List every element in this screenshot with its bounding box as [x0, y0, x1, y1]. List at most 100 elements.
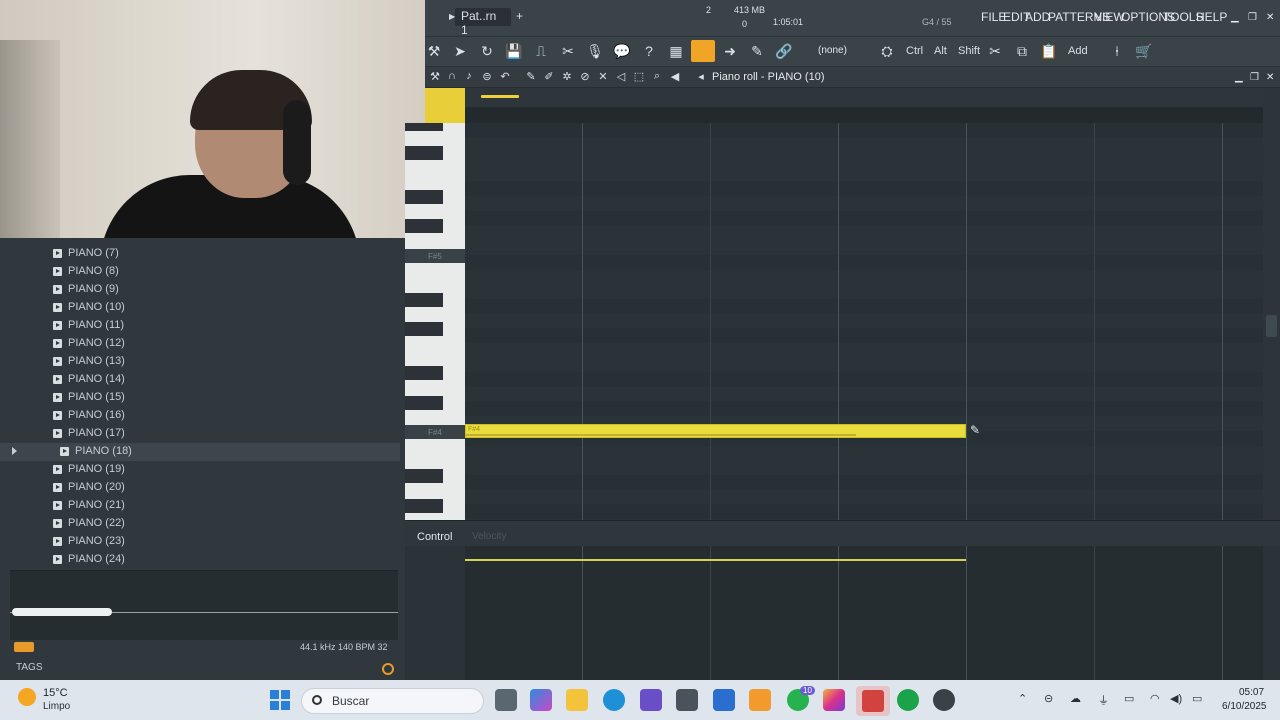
velocity-bar[interactable]: [465, 559, 966, 561]
browser-item[interactable]: PIANO (8): [0, 263, 400, 281]
browser-item[interactable]: PIANO (14): [0, 371, 400, 389]
metronome-icon[interactable]: ⛭: [878, 42, 896, 60]
shift-key[interactable]: Shift: [958, 45, 980, 57]
pr-restore-icon[interactable]: ❐: [1250, 72, 1259, 83]
edge-icon[interactable]: [603, 689, 625, 711]
black-key[interactable]: [405, 322, 443, 336]
select-icon[interactable]: ⬚: [632, 70, 646, 83]
file-explorer-icon[interactable]: [566, 689, 588, 711]
volume-icon[interactable]: ◀): [1170, 692, 1182, 705]
weather-temperature[interactable]: 15°C: [43, 687, 68, 699]
note-grid[interactable]: [465, 123, 1263, 520]
mic-tray-icon[interactable]: ⏚: [1098, 692, 1109, 708]
recording-app-icon[interactable]: [862, 690, 884, 712]
undo-icon[interactable]: ↶: [498, 70, 512, 83]
browser-item[interactable]: PIANO (9): [0, 281, 400, 299]
playback-icon[interactable]: ◂: [694, 70, 708, 83]
tray-chevron-icon[interactable]: ⌃: [1018, 692, 1027, 705]
arrow-icon[interactable]: ➤: [451, 42, 469, 60]
black-key[interactable]: [405, 123, 443, 131]
browser-item[interactable]: PIANO (11): [0, 317, 400, 335]
browser-item[interactable]: PIANO (12): [0, 335, 400, 353]
microphone-icon[interactable]: 🎙: [586, 42, 604, 60]
midi-note[interactable]: F#4: [465, 424, 966, 438]
add-pattern-button[interactable]: +: [516, 9, 523, 23]
velocity-lane[interactable]: [465, 546, 1263, 680]
store-icon[interactable]: [640, 689, 662, 711]
browser-item[interactable]: PIANO (17): [0, 425, 400, 443]
vertical-scrollbar[interactable]: [1263, 88, 1280, 520]
tray-app-icon[interactable]: ⊝: [1044, 692, 1053, 705]
browser-item[interactable]: PIANO (21): [0, 497, 400, 515]
minimize-icon[interactable]: ▁: [1231, 12, 1239, 23]
black-key[interactable]: [405, 499, 443, 513]
black-key[interactable]: [405, 366, 443, 380]
playlist-icon[interactable]: ▦: [667, 42, 685, 60]
app-icon[interactable]: [676, 689, 698, 711]
tags-label[interactable]: TAGS: [16, 662, 42, 673]
display-icon[interactable]: ▭: [1124, 692, 1134, 705]
browser-item[interactable]: PIANO (13): [0, 353, 400, 371]
help-icon[interactable]: ?: [640, 42, 658, 60]
wifi-icon[interactable]: ◠: [1150, 692, 1160, 705]
waveform-preview[interactable]: [10, 570, 398, 640]
browser-item[interactable]: PIANO (20): [0, 479, 400, 497]
browser-item[interactable]: PIANO (10): [0, 299, 400, 317]
control-parameter[interactable]: Velocity: [472, 531, 506, 542]
black-key[interactable]: [405, 190, 443, 204]
browser-item[interactable]: PIANO (16): [0, 407, 400, 425]
chat-icon[interactable]: 💬: [613, 42, 631, 60]
mixer-icon[interactable]: ⎍: [532, 42, 550, 60]
save-icon[interactable]: 💾: [505, 42, 523, 60]
browser-item[interactable]: PIANO (19): [0, 461, 400, 479]
snap-selector[interactable]: (none): [818, 45, 847, 56]
loop-marker[interactable]: [481, 95, 519, 98]
paste-icon[interactable]: 📋: [1040, 42, 1058, 60]
speaker-icon[interactable]: ◀: [668, 70, 682, 83]
copilot-icon[interactable]: [530, 689, 552, 711]
note-icon[interactable]: ♪: [462, 70, 476, 82]
menu-help[interactable]: HELP: [1196, 10, 1227, 24]
pattern-selector[interactable]: Pat..rn 1: [455, 8, 511, 37]
brush-icon[interactable]: ✐: [542, 70, 556, 83]
pr-minimize-icon[interactable]: ▁: [1235, 72, 1243, 83]
scissors-icon[interactable]: ✂: [559, 42, 577, 60]
alt-key[interactable]: Alt: [934, 45, 947, 57]
clock-time[interactable]: 05:07: [1239, 687, 1264, 698]
task-view-icon[interactable]: [495, 689, 517, 711]
menu-add[interactable]: ADD: [1025, 10, 1050, 24]
browser-item[interactable]: PIANO (23): [0, 533, 400, 551]
piano-roll-button[interactable]: [691, 40, 715, 62]
plugin-icon[interactable]: ✎: [748, 42, 766, 60]
link-icon[interactable]: 🔗: [775, 42, 793, 60]
pr-close-icon[interactable]: ✕: [1266, 72, 1274, 83]
taskbar-search[interactable]: Buscar: [301, 688, 484, 714]
browser-item[interactable]: PIANO (7): [0, 245, 400, 263]
zoom-icon[interactable]: ⌕: [650, 70, 664, 83]
mute-icon[interactable]: ✕: [596, 70, 610, 83]
weather-sun-icon[interactable]: [18, 688, 36, 706]
settings-icon[interactable]: [933, 689, 955, 711]
menu-icon[interactable]: ⊜: [480, 70, 494, 83]
cart-icon[interactable]: 🛒: [1135, 42, 1153, 60]
clock-date[interactable]: 6/10/2025: [1222, 701, 1267, 712]
black-key[interactable]: [405, 219, 443, 233]
next-icon[interactable]: ➜: [721, 42, 739, 60]
battery-icon[interactable]: ▭: [1192, 692, 1202, 705]
piano-keyboard[interactable]: F#5 F#4: [405, 123, 465, 520]
black-key[interactable]: [405, 469, 443, 483]
delete-icon[interactable]: ⊘: [578, 70, 592, 83]
restore-icon[interactable]: ❐: [1248, 12, 1257, 23]
close-icon[interactable]: ✕: [1266, 12, 1274, 23]
add-button[interactable]: Add: [1068, 45, 1088, 57]
browser-item[interactable]: PIANO (22): [0, 515, 400, 533]
time-ruler[interactable]: [465, 88, 1265, 123]
pencil-icon[interactable]: ✎: [524, 70, 538, 83]
windows-start-icon[interactable]: [270, 690, 290, 710]
black-key[interactable]: [405, 293, 443, 307]
fl-studio-icon[interactable]: [749, 689, 771, 711]
copy-icon[interactable]: ⧉: [1013, 42, 1031, 60]
browser-item-selected[interactable]: PIANO (18): [0, 443, 400, 461]
wrench-icon[interactable]: ⚒: [428, 70, 442, 83]
search-icon[interactable]: [382, 663, 394, 675]
